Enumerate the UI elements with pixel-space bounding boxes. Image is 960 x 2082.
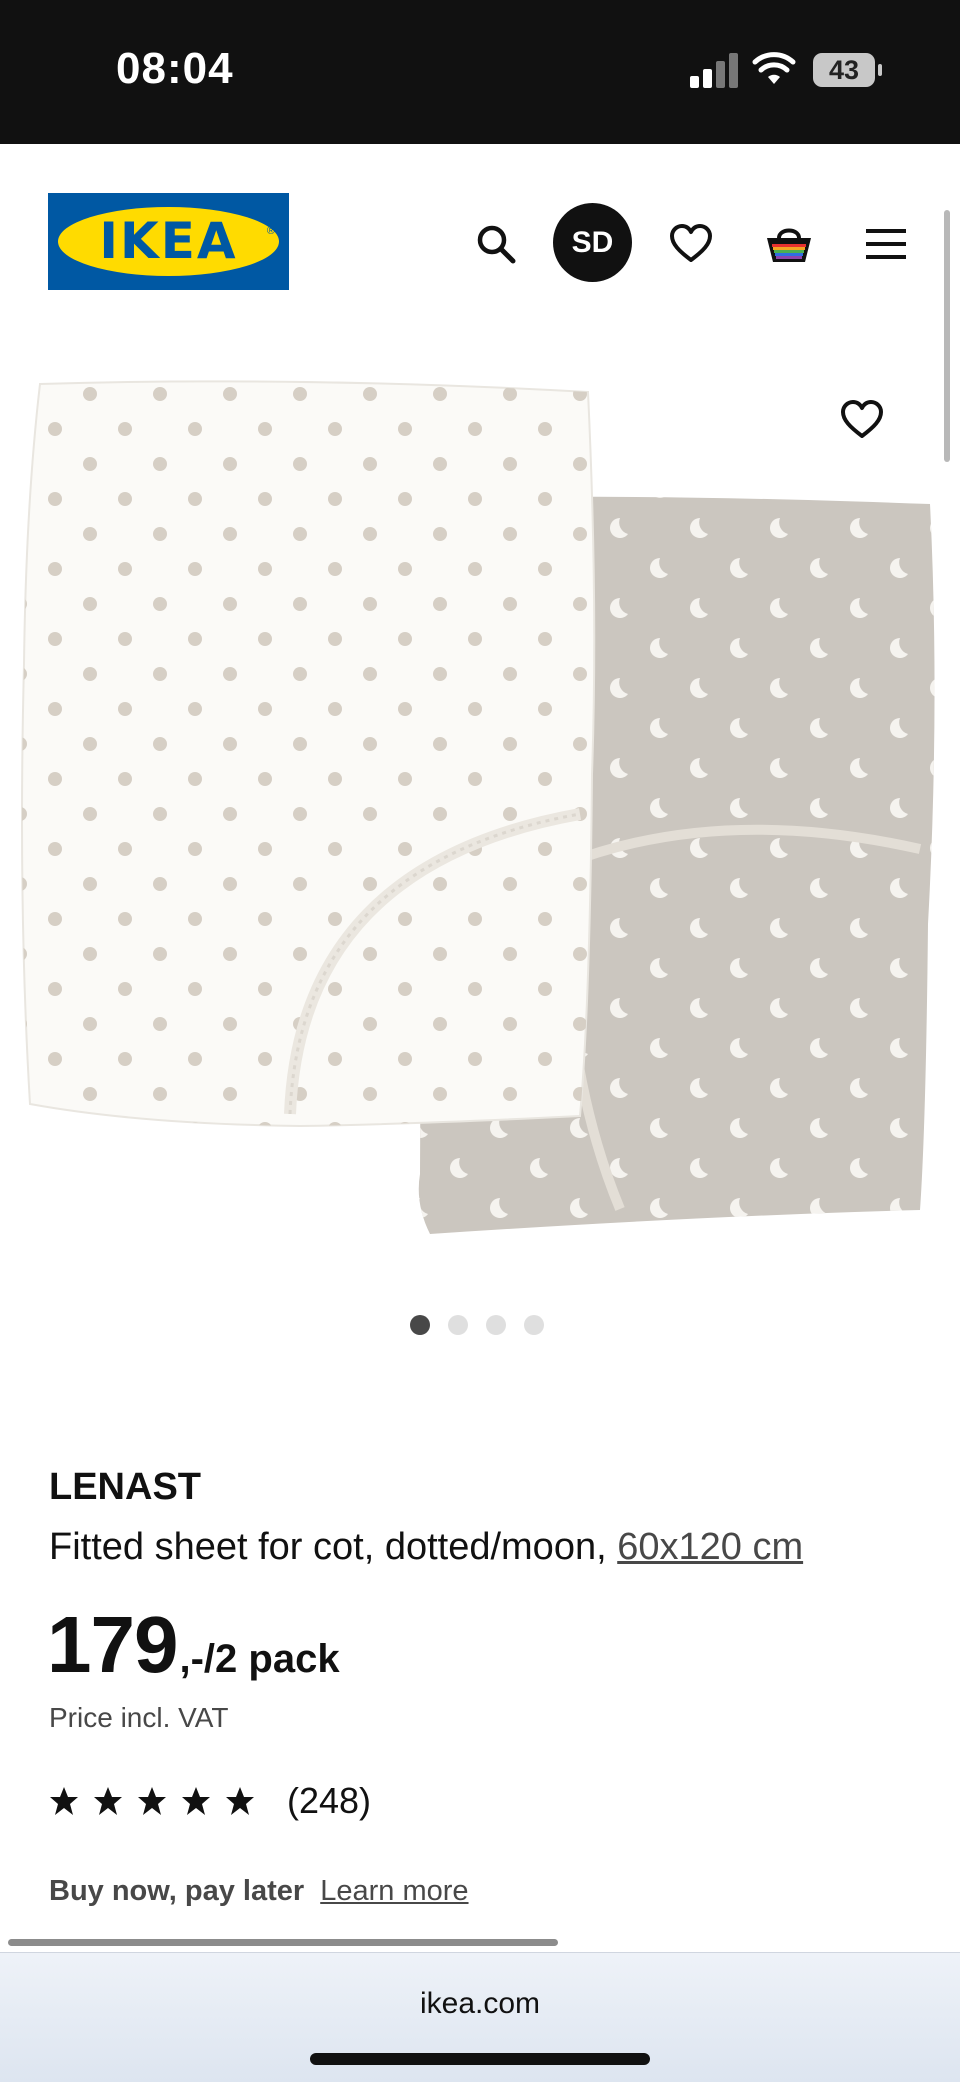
home-indicator[interactable] [310, 2053, 650, 2065]
wifi-icon [752, 52, 796, 84]
signal-icon [690, 53, 738, 88]
favourites-button[interactable] [651, 204, 731, 284]
hamburger-menu-icon [866, 229, 906, 259]
product-description: Fitted sheet for cot, dotted/moon, 60x12… [49, 1526, 803, 1569]
carousel-dots [410, 1315, 544, 1335]
white-dotted-sheet [21, 380, 596, 1128]
price-note: Price incl. VAT [49, 1702, 229, 1733]
battery-level: 43 [828, 55, 860, 85]
learn-more-link[interactable]: Learn more [320, 1875, 468, 1907]
star-icon [226, 1787, 254, 1815]
avatar-initials: SD [571, 225, 614, 259]
heart-icon [670, 224, 712, 262]
status-time: 08:04 [116, 44, 234, 93]
star-icon [94, 1787, 122, 1815]
shopping-bag-button[interactable] [749, 204, 829, 284]
shopping-bag-icon [767, 228, 811, 262]
product-rating[interactable]: (248) [49, 1780, 371, 1822]
product-photo [21, 380, 935, 1234]
menu-button[interactable] [846, 204, 926, 284]
rating-count: (248) [287, 1780, 372, 1821]
registered-mark: ® [266, 225, 275, 237]
carousel-dot-3[interactable] [486, 1315, 506, 1335]
star-icon [182, 1787, 210, 1815]
browser-address-bar[interactable]: ikea.com [0, 1952, 960, 2082]
star-icon [50, 1787, 78, 1815]
star-icon [138, 1787, 166, 1815]
search-icon [477, 225, 516, 264]
carousel-dot-1[interactable] [410, 1315, 430, 1335]
product-favourite-button[interactable] [832, 390, 892, 450]
product-size-link[interactable]: 60x120 cm [617, 1526, 803, 1568]
site-header: IKEA ® SD [0, 144, 960, 304]
carousel-dot-2[interactable] [448, 1315, 468, 1335]
buy-now-pay-later: Buy now, pay later Learn more [49, 1875, 469, 1908]
product-name: LENAST [49, 1466, 201, 1508]
price-main: 179 [47, 1600, 178, 1689]
heart-icon [841, 400, 883, 438]
product-image[interactable] [0, 304, 960, 1284]
logo-text: IKEA [99, 212, 238, 270]
avatar-button[interactable]: SD [553, 203, 632, 282]
horizontal-scrollbar[interactable] [8, 1939, 558, 1946]
product-description-text: Fitted sheet for cot, dotted/moon, [49, 1526, 607, 1568]
status-bar: 08:04 43 [0, 0, 960, 144]
price-suffix: ,-/2 pack [179, 1637, 340, 1681]
search-button[interactable] [456, 204, 536, 284]
bnpl-title: Buy now, pay later [49, 1875, 305, 1907]
product-price: 179 ,-/2 pack [47, 1595, 340, 1685]
carousel-dot-4[interactable] [524, 1315, 544, 1335]
url-text[interactable]: ikea.com [0, 1987, 960, 2021]
ikea-logo[interactable]: IKEA ® [48, 193, 289, 290]
